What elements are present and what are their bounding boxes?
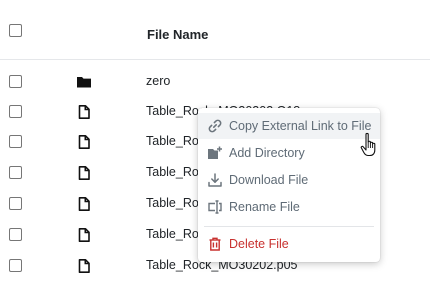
link-icon bbox=[208, 119, 222, 133]
select-all-checkbox[interactable] bbox=[9, 24, 22, 37]
menu-item-label: Download File bbox=[229, 173, 309, 187]
row-checkbox[interactable] bbox=[9, 166, 22, 179]
row-checkbox[interactable] bbox=[9, 135, 22, 148]
menu-item-label: Add Directory bbox=[229, 146, 305, 160]
menu-item-label: Rename File bbox=[229, 200, 300, 214]
file-browser: File Name zero Table_Rock_MO30202.O18 Ta… bbox=[0, 0, 430, 281]
row-checkbox[interactable] bbox=[9, 228, 22, 241]
folder-icon bbox=[77, 77, 91, 88]
file-icon bbox=[78, 166, 90, 180]
menu-item-add-directory[interactable]: Add Directory bbox=[198, 140, 380, 166]
menu-item-download-file[interactable]: Download File bbox=[198, 167, 380, 193]
file-icon bbox=[78, 105, 90, 119]
trash-icon bbox=[209, 237, 221, 251]
context-menu: Copy External Link to File Add Directory… bbox=[198, 108, 380, 262]
download-icon bbox=[208, 173, 222, 187]
row-checkbox[interactable] bbox=[9, 105, 22, 118]
folder-plus-icon bbox=[208, 146, 222, 159]
header-divider bbox=[0, 59, 430, 60]
file-icon bbox=[78, 197, 90, 211]
rename-icon bbox=[208, 200, 222, 214]
menu-divider bbox=[204, 226, 374, 227]
menu-item-copy-external-link[interactable]: Copy External Link to File bbox=[198, 113, 380, 139]
file-name[interactable]: zero bbox=[146, 73, 170, 89]
menu-item-label: Delete File bbox=[229, 237, 289, 251]
row-checkbox[interactable] bbox=[9, 259, 22, 272]
row-checkbox[interactable] bbox=[9, 75, 22, 88]
file-icon bbox=[78, 135, 90, 149]
row-checkbox[interactable] bbox=[9, 197, 22, 210]
menu-item-rename-file[interactable]: Rename File bbox=[198, 194, 380, 220]
hand-pointer-cursor-icon bbox=[360, 132, 376, 157]
table-row[interactable]: zero bbox=[0, 73, 430, 103]
file-name-column-header[interactable]: File Name bbox=[147, 27, 208, 42]
file-icon bbox=[78, 259, 90, 273]
menu-item-delete-file[interactable]: Delete File bbox=[198, 231, 380, 257]
menu-item-label: Copy External Link to File bbox=[229, 119, 372, 133]
file-icon bbox=[78, 228, 90, 242]
